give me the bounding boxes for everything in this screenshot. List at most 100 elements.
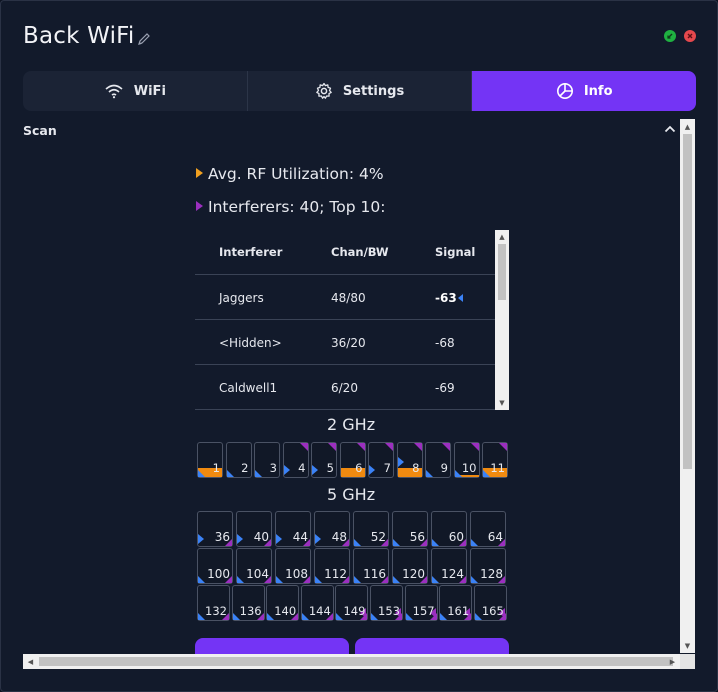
channel-tile[interactable]: 157 — [404, 585, 438, 621]
channel-tile[interactable]: 116 — [353, 548, 389, 584]
blue-marker-icon — [283, 465, 290, 475]
channel-number: 128 — [480, 567, 503, 581]
channel-number: 44 — [292, 530, 308, 544]
channel-tile[interactable]: 5 — [311, 442, 337, 478]
interferers-text: Interferers: 40; Top 10: — [208, 198, 386, 216]
channel-tile[interactable]: 128 — [470, 548, 506, 584]
rf-utilization-text: Avg. RF Utilization: 4% — [208, 165, 384, 183]
channel-tile[interactable]: 153 — [370, 585, 403, 621]
scroll-up-arrow-icon[interactable]: ▲ — [495, 230, 509, 244]
channel-tile[interactable]: 108 — [275, 548, 311, 584]
tab-wifi[interactable]: WiFi — [23, 71, 248, 111]
chevron-up-icon[interactable] — [663, 122, 677, 136]
channel-number: 64 — [487, 530, 503, 544]
blue-corner-marker-icon — [454, 470, 462, 477]
channel-tile[interactable]: 8 — [396, 442, 423, 478]
channel-tile[interactable]: 112 — [314, 548, 350, 584]
channel-tile[interactable]: 149 — [335, 585, 369, 621]
channel-tile[interactable]: 48 — [314, 511, 350, 547]
channel-number: 120 — [402, 567, 425, 581]
blue-corner-marker-icon — [474, 613, 482, 620]
edit-pencil-icon[interactable] — [136, 31, 152, 47]
interferer-chan: 6/20 — [331, 381, 358, 395]
table-header-row: Interferer Chan/BW Signal — [195, 230, 495, 275]
blue-marker-icon — [397, 457, 404, 467]
scroll-left-arrow-icon[interactable]: ◀ — [23, 654, 38, 669]
channel-tile[interactable]: 120 — [392, 548, 428, 584]
blue-corner-marker-icon — [354, 576, 361, 583]
channel-tile[interactable]: 64 — [470, 511, 506, 547]
channel-tile[interactable]: 10 — [453, 442, 480, 478]
blue-marker-icon — [198, 534, 204, 544]
main-horizontal-scrollbar[interactable]: ◀ ▶ — [23, 654, 680, 669]
channel-tile[interactable]: 9 — [425, 442, 451, 478]
channel-number: 3 — [269, 461, 277, 475]
minimize-button[interactable] — [664, 30, 676, 42]
scroll-down-arrow-icon[interactable]: ▼ — [680, 638, 695, 653]
purple-corner-marker-icon — [413, 443, 422, 451]
channel-number: 161 — [447, 604, 470, 618]
channel-number: 144 — [308, 604, 331, 618]
wifi-icon — [105, 84, 123, 99]
channel-tile[interactable]: 124 — [431, 548, 467, 584]
device-title: Back WiFi — [23, 23, 135, 49]
interferers-line: Interferers: 40; Top 10: — [196, 198, 385, 216]
tab-info[interactable]: Info — [472, 71, 696, 111]
channel-tile[interactable]: 7 — [368, 442, 394, 478]
blue-corner-marker-icon — [255, 470, 262, 477]
interferer-signal: -68 — [435, 336, 455, 350]
channel-number: 153 — [378, 604, 400, 618]
blue-marker-icon — [312, 465, 318, 475]
channel-tile[interactable]: 44 — [275, 511, 311, 547]
table-scrollbar[interactable]: ▲ ▼ — [495, 230, 509, 410]
close-button[interactable] — [684, 30, 696, 42]
channel-tile[interactable]: 165 — [473, 585, 507, 621]
purple-corner-marker-icon — [356, 443, 365, 451]
channel-tile[interactable]: 4 — [282, 442, 309, 478]
table-row[interactable]: Caldwell1 6/20 -69 — [195, 365, 495, 410]
main-vertical-scrollbar[interactable]: ▲ ▼ — [680, 119, 695, 653]
channel-tile[interactable]: 132 — [197, 585, 230, 621]
blue-corner-marker-icon — [267, 613, 275, 620]
channel-tile[interactable]: 136 — [231, 585, 265, 621]
channel-number: 10 — [461, 461, 477, 475]
channel-number: 11 — [490, 461, 505, 475]
table-scroll-thumb[interactable] — [498, 244, 506, 300]
scroll-down-arrow-icon[interactable]: ▼ — [495, 396, 509, 410]
channel-number: 9 — [440, 461, 448, 475]
channel-tile[interactable]: 56 — [392, 511, 428, 547]
channel-tile[interactable]: 140 — [266, 585, 300, 621]
interferer-signal: -69 — [435, 381, 455, 395]
rf-utilization-line: Avg. RF Utilization: 4% — [196, 165, 384, 183]
channel-tile[interactable]: 104 — [236, 548, 272, 584]
purple-corner-marker-icon — [442, 443, 450, 451]
blue-corner-marker-icon — [198, 613, 205, 620]
channel-tile[interactable]: 161 — [439, 585, 473, 621]
channel-number: 48 — [331, 530, 347, 544]
table-row[interactable]: Jaggers 48/80 -63 — [195, 275, 495, 320]
channel-number: 4 — [298, 461, 306, 475]
blue-marker-icon — [315, 534, 321, 544]
main-scroll-thumb[interactable] — [683, 134, 692, 469]
channel-tile[interactable]: 3 — [254, 442, 280, 478]
blue-corner-marker-icon — [471, 576, 478, 583]
channel-number: 52 — [370, 530, 386, 544]
table-row[interactable]: <Hidden> 36/20 -68 — [195, 320, 495, 365]
channel-tile[interactable]: 52 — [353, 511, 389, 547]
scroll-right-arrow-icon[interactable]: ▶ — [665, 654, 680, 669]
channel-number: 112 — [324, 567, 347, 581]
channel-tile[interactable]: 100 — [197, 548, 233, 584]
tab-settings[interactable]: Settings — [248, 71, 473, 111]
channel-tile[interactable]: 2 — [225, 442, 252, 478]
channel-tile[interactable]: 1 — [197, 442, 223, 478]
channel-tile[interactable]: 11 — [482, 442, 508, 478]
channel-tile[interactable]: 36 — [197, 511, 233, 547]
col-header-chan-bw: Chan/BW — [331, 245, 389, 259]
minimize-icon — [667, 33, 673, 39]
main-hscroll-thumb[interactable] — [39, 657, 673, 666]
scroll-up-arrow-icon[interactable]: ▲ — [680, 119, 695, 134]
channel-tile[interactable]: 60 — [431, 511, 467, 547]
channel-tile[interactable]: 40 — [236, 511, 272, 547]
channel-tile[interactable]: 6 — [339, 442, 366, 478]
channel-tile[interactable]: 144 — [300, 585, 334, 621]
